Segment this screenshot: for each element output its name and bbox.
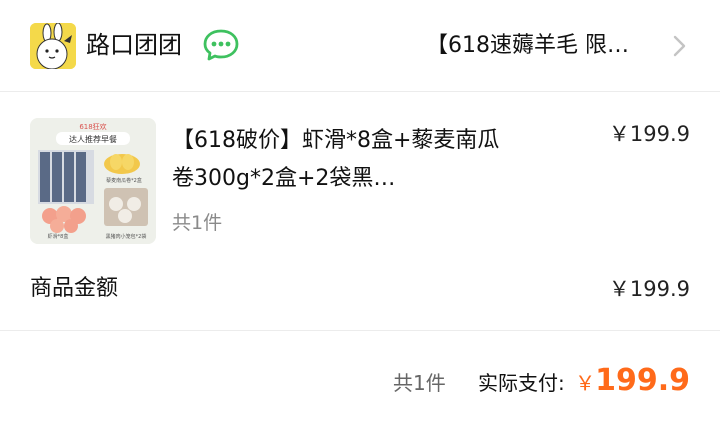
chat-icon[interactable] [202, 28, 240, 62]
paid-amount-value: 199.9 [595, 363, 690, 398]
chevron-right-icon[interactable] [672, 34, 688, 58]
thumb-label-bottom-left: 虾滑*8盒 [48, 233, 69, 240]
promo-text[interactable]: 【618速薅羊毛 限… [426, 28, 656, 64]
subtotal-label: 商品金额 [30, 276, 119, 301]
thumb-label-bottom-right: 黑猪肉小笼包*2袋 [106, 233, 147, 240]
shop-header[interactable]: 路口团团 【618速薅羊毛 限… [0, 0, 720, 92]
product-price: ￥199.9 [608, 122, 690, 146]
product-quantity: 共1件 [172, 212, 223, 234]
rabbit-logo-icon [30, 23, 76, 69]
subtotal-value: ￥199.9 [608, 277, 690, 301]
thumb-banner: 达人推荐早餐 [69, 134, 117, 144]
shop-name[interactable]: 路口团团 [86, 27, 182, 63]
shop-avatar[interactable] [30, 23, 76, 69]
paid-amount: ￥199.9 [575, 362, 690, 404]
product-thumbnail[interactable]: 618狂欢 达人推荐早餐 藜麦南瓜卷*2盒 虾滑*8盒 黑猪肉小笼包*2袋 [30, 118, 156, 244]
thumb-badge: 618狂欢 [79, 122, 106, 131]
section-divider [0, 330, 720, 331]
paid-label: 实际支付: [478, 371, 565, 395]
thumb-label-top-right: 藜麦南瓜卷*2盒 [106, 177, 142, 184]
product-title[interactable]: 【618破价】虾滑*8盒+藜麦南瓜卷300g*2盒+2袋黑… [172, 122, 502, 198]
footer-quantity: 共1件 [393, 371, 446, 395]
currency-symbol: ￥ [575, 371, 596, 395]
product-image: 618狂欢 达人推荐早餐 藜麦南瓜卷*2盒 虾滑*8盒 黑猪肉小笼包*2袋 [30, 118, 156, 244]
